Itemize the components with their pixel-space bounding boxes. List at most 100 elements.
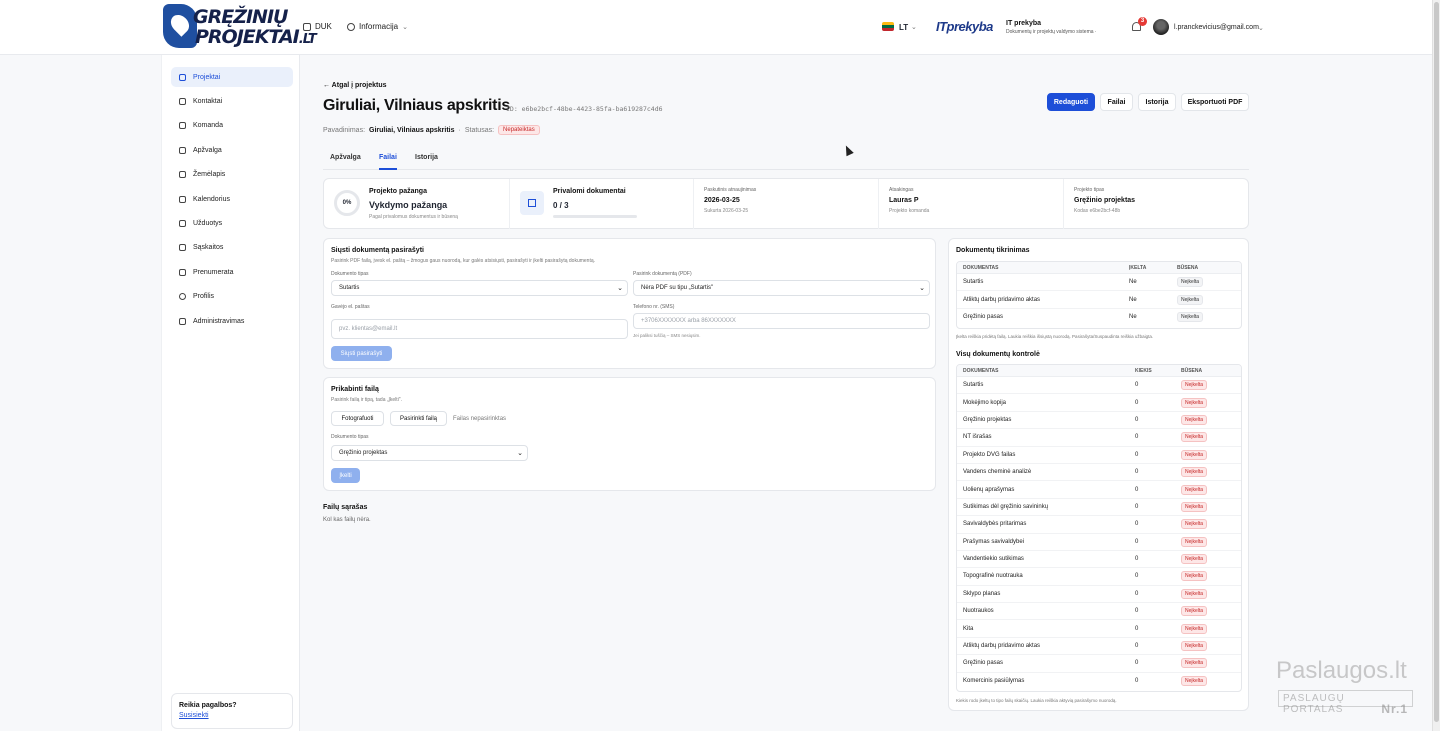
- chevron-down-icon[interactable]: ⌄: [1258, 24, 1264, 32]
- info-icon: [347, 22, 355, 31]
- row-quantity: 0: [1135, 625, 1139, 632]
- table-row: Topografinė nuotrauka 0 Neįkelta: [957, 568, 1241, 586]
- history-button[interactable]: Istorija: [1138, 93, 1176, 111]
- chevron-down-icon: ⌄: [919, 285, 925, 292]
- send-signing-button[interactable]: Siųsti pasirašyti: [331, 346, 392, 361]
- attach-desc: Pasirink failą ir tipą, tada „Įkelti".: [331, 397, 402, 403]
- row-uploaded: Ne: [1129, 296, 1137, 303]
- edit-button[interactable]: Redaguoti: [1047, 93, 1095, 111]
- sidebar-item-label: Kontaktai: [193, 97, 223, 105]
- control-table-header: DOKUMENTAS KIEKIS BŪSENA: [957, 365, 1241, 377]
- row-quantity: 0: [1135, 382, 1139, 389]
- send-doc-type-label: Dokumento tipas: [331, 271, 369, 277]
- files-button[interactable]: Failai: [1100, 93, 1133, 111]
- status-badge: Nepateiktas: [498, 125, 540, 135]
- sidebar-item-label: Prenumerata: [193, 268, 234, 276]
- notification-badge: 3: [1138, 17, 1147, 26]
- page-scrollbar[interactable]: [1432, 0, 1440, 731]
- sidebar-item-0[interactable]: Projektai: [171, 67, 293, 87]
- upload-button[interactable]: Įkelti: [331, 468, 360, 483]
- table-row: Gręžinio projektas 0 Neįkelta: [957, 412, 1241, 430]
- status-badge: Neįkelta: [1181, 676, 1208, 687]
- email-field[interactable]: pvz. klientas@email.lt: [331, 319, 628, 339]
- status-badge: Neįkelta: [1181, 536, 1208, 547]
- phone-field[interactable]: +3706XXXXXXX arba 86XXXXXXX: [633, 313, 930, 329]
- type-label: Projekto tipas: [1074, 187, 1105, 193]
- required-title: Privalomi dokumentai: [553, 188, 626, 195]
- col-status: BŪSENA: [1177, 264, 1199, 271]
- table-row: Vandens cheminė analizė 0 Neįkelta: [957, 464, 1241, 482]
- lt-flag-icon[interactable]: [882, 22, 894, 31]
- pick-doc-label: Pasirink dokumentą (PDF): [633, 271, 692, 277]
- files-list-title: Failų sąrašas: [323, 504, 368, 511]
- updated-value: 2026-03-25: [704, 197, 740, 204]
- table-row: Atliktų darbų pridavimo aktas Ne Neįkelta: [957, 291, 1241, 309]
- responsible-label: Atsakingas: [889, 187, 914, 193]
- attach-doc-type-select[interactable]: Gręžinio projektas ⌄: [331, 445, 528, 461]
- check-note: Įkelta reiškia pridėtą failą. Laukia rei…: [956, 334, 1154, 339]
- table-row: Sutartis 0 Neįkelta: [957, 377, 1241, 395]
- row-quantity: 0: [1135, 521, 1139, 528]
- row-document: Gręžinio pasas: [963, 660, 1004, 667]
- table-row: Savivaldybės pritarimas 0 Neįkelta: [957, 516, 1241, 534]
- stat-progress: 0% Projekto pažanga Vykdymo pažanga Paga…: [324, 179, 510, 229]
- sidebar-item-6[interactable]: Užduotys: [171, 213, 293, 233]
- choose-file-button[interactable]: Pasirinkti failą: [390, 411, 447, 426]
- row-document: Sutikimas dėl gręžinio savininkų: [963, 503, 1049, 510]
- language-selector[interactable]: LT: [899, 23, 908, 32]
- row-document: Sutartis: [963, 382, 984, 389]
- help-title: Reikia pagalbos?: [179, 702, 237, 709]
- status-badge: Neįkelta: [1181, 554, 1208, 565]
- calendar-icon: [179, 195, 186, 203]
- row-uploaded: Ne: [1129, 314, 1137, 321]
- tab-files[interactable]: Failai: [379, 154, 397, 170]
- attach-doc-type-label: Dokumento tipas: [331, 434, 369, 440]
- avatar[interactable]: [1153, 19, 1169, 35]
- project-meta: Pavadinimas: Giruliai, Vilniaus apskriti…: [323, 125, 540, 135]
- row-document: Prašymas savivaldybei: [963, 538, 1025, 545]
- sidebar-item-4[interactable]: Žemėlapis: [171, 165, 293, 185]
- sidebar-item-1[interactable]: Kontaktai: [171, 91, 293, 111]
- send-doc-type-select[interactable]: Sutartis ⌄: [331, 280, 628, 296]
- user-email[interactable]: l.pranckevicius@gmail.com: [1174, 24, 1259, 31]
- responsible-sub: Projekto komanda: [889, 208, 930, 214]
- col-uploaded: ĮKELTA: [1129, 264, 1147, 271]
- stat-type: Projekto tipas Gręžinio projektas Kodas …: [1064, 179, 1249, 229]
- photo-button[interactable]: Fotografuoti: [331, 411, 384, 426]
- sidebar-item-9[interactable]: Profilis: [171, 287, 293, 307]
- sidebar-item-2[interactable]: Komanda: [171, 116, 293, 136]
- pick-doc-select[interactable]: Nėra PDF su tipu „Sutartis" ⌄: [633, 280, 930, 296]
- updated-sub: Sukurta 2026-03-25: [704, 208, 749, 214]
- sidebar-item-10[interactable]: Administravimas: [171, 311, 293, 331]
- sidebar-item-7[interactable]: Sąskaitos: [171, 238, 293, 258]
- help-contact-link[interactable]: Susisiekti: [179, 712, 285, 719]
- folder-icon: [179, 73, 186, 81]
- shield-icon: [179, 317, 186, 325]
- site-logo[interactable]: GRĘŽINIŲ PROJEKTAI.LT: [163, 4, 317, 50]
- nav-faq[interactable]: DUK: [303, 22, 332, 31]
- export-pdf-button[interactable]: Eksportuoti PDF: [1181, 93, 1249, 111]
- name-label: Pavadinimas:: [323, 126, 366, 134]
- sidebar-item-8[interactable]: Prenumerata: [171, 262, 293, 282]
- scrollbar-thumb[interactable]: [1434, 2, 1439, 722]
- sidebar-item-3[interactable]: Apžvalga: [171, 140, 293, 160]
- sidebar-item-label: Kalendorius: [193, 195, 230, 203]
- partner-logo[interactable]: ITprekyba: [936, 19, 993, 34]
- page-title: Giruliai, Vilniaus apskritis: [323, 97, 510, 114]
- chevron-down-icon: ⌄: [911, 24, 917, 31]
- col-document: DOKUMENTAS: [963, 367, 999, 374]
- nav-info[interactable]: Informacija ⌄: [347, 22, 408, 31]
- sidebar: Reikia pagalbos? Susisiekti Projektai Kon…: [161, 55, 300, 731]
- tab-history[interactable]: Istorija: [415, 154, 438, 170]
- table-row: Atliktų darbų pridavimo aktas 0 Neįkelta: [957, 638, 1241, 656]
- row-quantity: 0: [1135, 678, 1139, 685]
- row-document: Nuotraukos: [963, 608, 994, 615]
- grid-icon: [179, 146, 186, 154]
- help-box: Reikia pagalbos? Susisiekti: [171, 693, 293, 729]
- sidebar-item-5[interactable]: Kalendorius: [171, 189, 293, 209]
- dot-separator: ·: [458, 126, 461, 134]
- tab-overview[interactable]: Apžvalga: [330, 154, 361, 170]
- checkbox-icon: [179, 219, 186, 227]
- chevron-down-icon: ⌄: [617, 285, 623, 292]
- back-link[interactable]: ← Atgal į projektus: [323, 82, 387, 89]
